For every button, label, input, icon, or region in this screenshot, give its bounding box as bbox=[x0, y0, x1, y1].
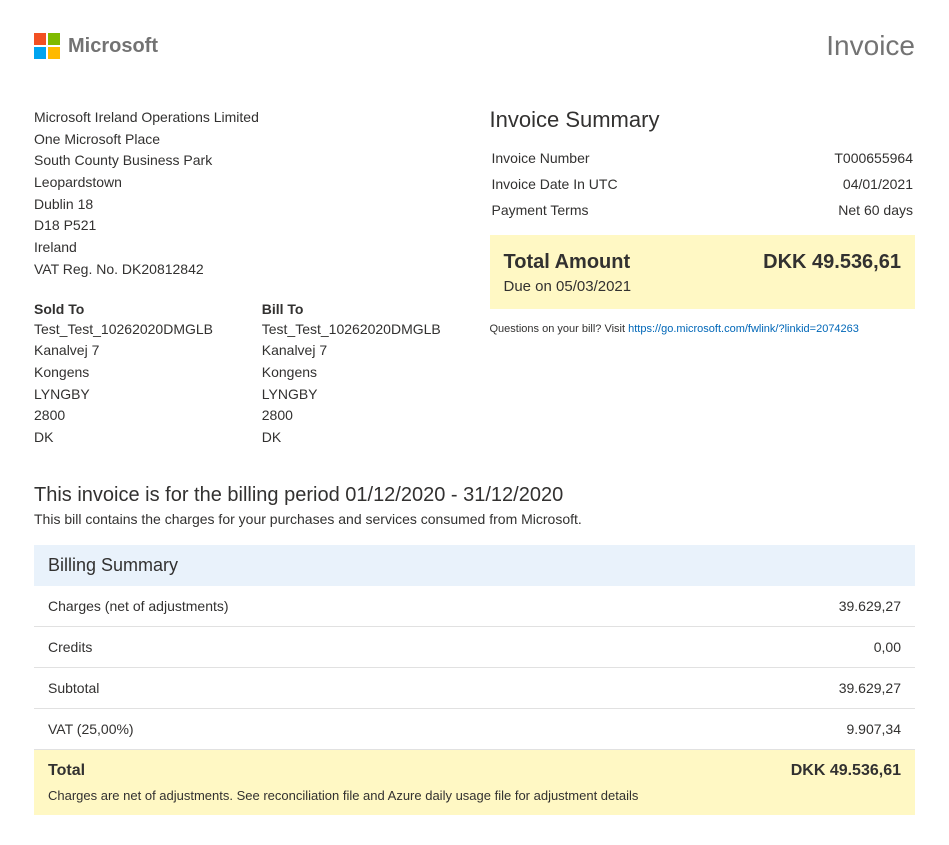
billing-total-row: Total DKK 49.536,61 bbox=[34, 750, 915, 784]
billing-period-sub: This bill contains the charges for your … bbox=[34, 511, 915, 527]
sold-to-heading: Sold To bbox=[34, 301, 232, 317]
company-address: Microsoft Ireland Operations Limited One… bbox=[34, 107, 460, 281]
summary-date-label: Invoice Date In UTC bbox=[492, 176, 618, 192]
questions-line: Questions on your bill? Visit https://go… bbox=[490, 323, 916, 335]
billing-row-label: Subtotal bbox=[48, 680, 99, 696]
company-line3: Leopardstown bbox=[34, 172, 460, 194]
total-amount-label: Total Amount bbox=[504, 251, 631, 274]
company-name: Microsoft Ireland Operations Limited bbox=[34, 107, 460, 129]
bill-to-block: Bill To Test_Test_10262020DMGLB Kanalvej… bbox=[262, 301, 460, 449]
billing-total-value: DKK 49.536,61 bbox=[791, 762, 901, 780]
sold-to-city: LYNGBY bbox=[34, 384, 232, 406]
bill-to-city: LYNGBY bbox=[262, 384, 460, 406]
summary-payment-terms: Payment Terms Net 60 days bbox=[490, 197, 916, 223]
billing-total-label: Total bbox=[48, 762, 85, 780]
company-city: Dublin 18 bbox=[34, 194, 460, 216]
sold-to-line2: Kongens bbox=[34, 362, 232, 384]
sold-to-country: DK bbox=[34, 427, 232, 449]
invoice-summary-title: Invoice Summary bbox=[490, 107, 916, 133]
summary-terms-value: Net 60 days bbox=[838, 202, 913, 218]
bill-to-postal: 2800 bbox=[262, 405, 460, 427]
billing-row: Credits 0,00 bbox=[34, 627, 915, 668]
billing-row: Subtotal 39.629,27 bbox=[34, 668, 915, 709]
bill-to-country: DK bbox=[262, 427, 460, 449]
sold-to-line1: Kanalvej 7 bbox=[34, 340, 232, 362]
bill-to-line2: Kongens bbox=[262, 362, 460, 384]
bill-to-heading: Bill To bbox=[262, 301, 460, 317]
summary-invoice-number: Invoice Number T000655964 bbox=[490, 145, 916, 171]
billing-summary-title: Billing Summary bbox=[34, 545, 915, 586]
summary-number-value: T000655964 bbox=[834, 150, 913, 166]
microsoft-logo-icon bbox=[34, 33, 60, 59]
brand-logo: Microsoft bbox=[34, 33, 158, 59]
summary-invoice-date: Invoice Date In UTC 04/01/2021 bbox=[490, 171, 916, 197]
company-postal: D18 P521 bbox=[34, 215, 460, 237]
billing-period-heading: This invoice is for the billing period 0… bbox=[34, 484, 915, 507]
billing-row-label: Charges (net of adjustments) bbox=[48, 598, 229, 614]
billing-row-value: 39.629,27 bbox=[839, 598, 901, 614]
summary-terms-label: Payment Terms bbox=[492, 202, 589, 218]
sold-to-name: Test_Test_10262020DMGLB bbox=[34, 319, 232, 341]
billing-row: Charges (net of adjustments) 39.629,27 bbox=[34, 586, 915, 627]
total-amount-value: DKK 49.536,61 bbox=[763, 251, 901, 274]
billing-footnote: Charges are net of adjustments. See reco… bbox=[34, 784, 915, 815]
billing-row-value: 39.629,27 bbox=[839, 680, 901, 696]
questions-prefix: Questions on your bill? Visit bbox=[490, 323, 629, 335]
billing-row: VAT (25,00%) 9.907,34 bbox=[34, 709, 915, 750]
brand-name: Microsoft bbox=[68, 35, 158, 58]
questions-link[interactable]: https://go.microsoft.com/fwlink/?linkid=… bbox=[628, 323, 859, 335]
bill-to-name: Test_Test_10262020DMGLB bbox=[262, 319, 460, 341]
summary-date-value: 04/01/2021 bbox=[843, 176, 913, 192]
billing-row-value: 0,00 bbox=[874, 639, 901, 655]
billing-row-label: VAT (25,00%) bbox=[48, 721, 134, 737]
total-amount-box: Total Amount DKK 49.536,61 Due on 05/03/… bbox=[490, 235, 916, 309]
company-line2: South County Business Park bbox=[34, 150, 460, 172]
bill-to-line1: Kanalvej 7 bbox=[262, 340, 460, 362]
company-line1: One Microsoft Place bbox=[34, 129, 460, 151]
company-country: Ireland bbox=[34, 237, 460, 259]
sold-to-block: Sold To Test_Test_10262020DMGLB Kanalvej… bbox=[34, 301, 232, 449]
document-title: Invoice bbox=[826, 30, 915, 62]
due-on-label: Due on 05/03/2021 bbox=[504, 278, 902, 295]
billing-row-label: Credits bbox=[48, 639, 92, 655]
summary-number-label: Invoice Number bbox=[492, 150, 590, 166]
billing-row-value: 9.907,34 bbox=[847, 721, 902, 737]
sold-to-postal: 2800 bbox=[34, 405, 232, 427]
company-vat: VAT Reg. No. DK20812842 bbox=[34, 259, 460, 281]
